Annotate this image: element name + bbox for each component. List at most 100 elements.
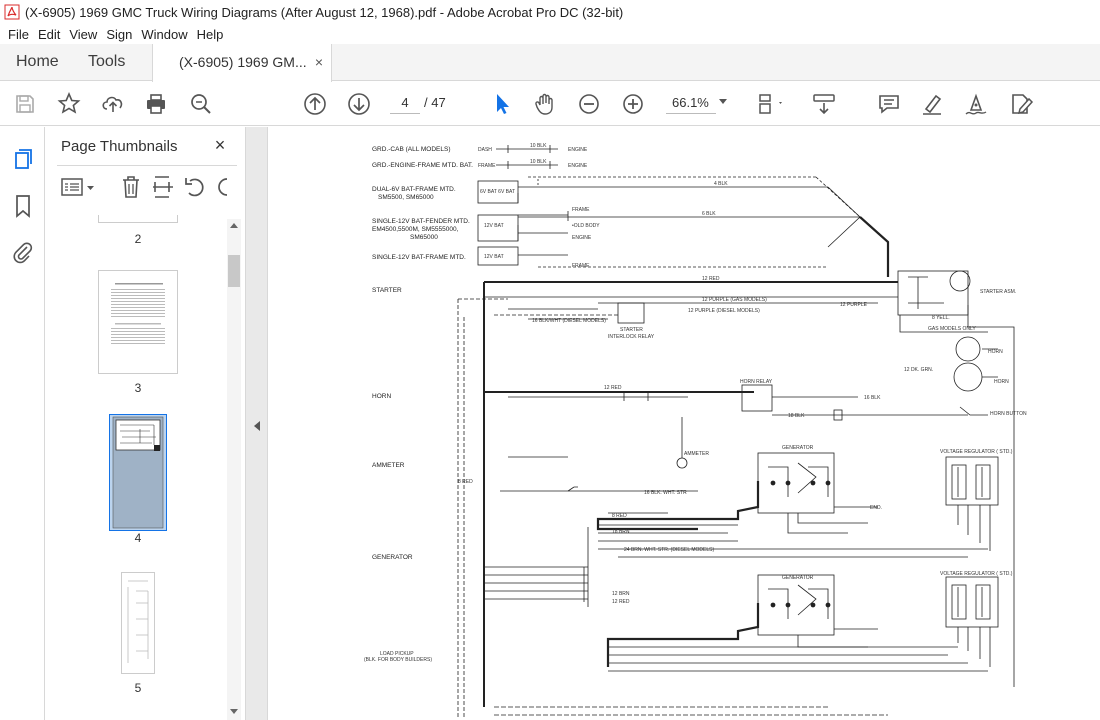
menu-file[interactable]: File [8, 27, 29, 42]
search-zoom-icon[interactable] [187, 90, 215, 118]
diagram-label: GENERATOR [782, 575, 814, 581]
scroll-up-icon[interactable] [230, 223, 238, 228]
page-display-icon[interactable] [754, 90, 782, 118]
diagram-label: AMMETER [684, 451, 709, 457]
diagram-label: HORN [994, 379, 1009, 385]
wire-label: 4 BLK [714, 181, 728, 187]
diagram-label: SINGLE-12V BAT-FENDER MTD. [372, 218, 470, 225]
diagram-label: •OLD BODY [572, 223, 600, 229]
diagram-label: DASH [478, 147, 492, 153]
main-toolbar [0, 82, 1100, 126]
thumbnail-list: 2 3 4 5 [45, 215, 229, 720]
rotate-cw-icon[interactable] [213, 175, 233, 199]
tab-home[interactable]: Home [16, 44, 59, 81]
wire-label: 12 RED [604, 385, 622, 391]
zoom-dropdown-icon[interactable] [719, 99, 727, 104]
page-thumbnails-icon[interactable] [10, 147, 36, 173]
wiring-diagram-page: GRD.-CAB (ALL MODELS) GRD.-ENGINE-FRAME … [364, 143, 1027, 717]
wire-label: 12 RED [702, 276, 720, 282]
diagram-label: DUAL-6V BAT-FRAME MTD. [372, 186, 456, 193]
menu-edit[interactable]: Edit [38, 27, 60, 42]
zoom-out-icon[interactable] [575, 90, 603, 118]
document-view: GRD.-CAB (ALL MODELS) GRD.-ENGINE-FRAME … [268, 127, 1100, 720]
print-icon[interactable] [142, 90, 170, 118]
page-total: / 47 [424, 95, 446, 110]
menu-window[interactable]: Window [141, 27, 187, 42]
panel-close-icon[interactable]: × [210, 135, 230, 155]
share-upload-icon[interactable] [99, 90, 127, 118]
acrobat-icon [4, 4, 20, 20]
tab-close-icon[interactable]: × [315, 44, 323, 80]
collapse-arrow-icon[interactable] [254, 421, 260, 431]
comment-icon[interactable] [875, 90, 903, 118]
wire-label: 12 PURPLE (GAS MODELS) [702, 297, 767, 303]
highlight-icon[interactable] [918, 90, 946, 118]
page-up-icon[interactable] [301, 90, 329, 118]
diagram-label: STARTER [372, 287, 402, 294]
diagram-label: ENGINE [572, 235, 592, 241]
diagram-label: (BLK. FOR BODY BUILDERS) [364, 657, 432, 663]
rotate-ccw-icon[interactable] [183, 175, 207, 199]
thumbnail-options-icon[interactable] [61, 176, 97, 198]
diagram-label: STARTER [620, 327, 643, 333]
wire-label: 12 RED [612, 599, 630, 605]
thumbnail-label: 3 [134, 381, 142, 395]
fill-sign-icon[interactable] [1007, 90, 1035, 118]
thumbnail-scrollbar[interactable] [227, 219, 241, 720]
panel-collapse-strip[interactable] [246, 127, 268, 720]
thumbnail-page-5[interactable] [121, 572, 155, 674]
thumbnails-panel: Page Thumbnails × 2 3 4 5 [45, 127, 246, 720]
zoom-in-icon[interactable] [619, 90, 647, 118]
extract-page-icon[interactable] [151, 174, 175, 200]
bookmark-star-icon[interactable] [55, 90, 83, 118]
panel-divider [57, 165, 237, 166]
diagram-label: GENERATOR [372, 554, 413, 561]
wire-label: 16 BLK. WHT. STR [644, 490, 687, 496]
thumbnail-page-2[interactable] [98, 215, 178, 223]
diagram-label: 6V BAT 6V BAT [480, 189, 515, 195]
title-bar: (X-6905) 1969 GMC Truck Wiring Diagrams … [0, 0, 1100, 24]
sign-icon[interactable] [962, 90, 990, 118]
diagram-label: ENGINE [568, 147, 588, 153]
wire-label: 12 BRN [612, 591, 630, 597]
delete-page-icon[interactable] [120, 174, 142, 200]
diagram-label: HORN [372, 393, 391, 400]
tab-tools[interactable]: Tools [88, 44, 125, 81]
diagram-label: SINGLE-12V BAT-FRAME MTD. [372, 254, 466, 261]
wire-label: 10 BLK [530, 159, 547, 165]
tab-document-label: (X-6905) 1969 GM... [179, 54, 307, 70]
tab-document[interactable]: (X-6905) 1969 GM... × [152, 44, 332, 82]
page-number-input[interactable] [390, 92, 420, 114]
menu-sign[interactable]: Sign [106, 27, 132, 42]
wire-label: 24 BRN. WHT. STR. (DIESEL MODELS) [624, 547, 714, 553]
bookmarks-icon[interactable] [10, 193, 36, 219]
menu-view[interactable]: View [69, 27, 97, 42]
thumbnail-label: 2 [134, 232, 142, 246]
wire-label: 16 BLK [864, 395, 881, 401]
select-cursor-icon[interactable] [488, 90, 516, 118]
diagram-label: 12V BAT [484, 223, 504, 229]
menu-help[interactable]: Help [197, 27, 224, 42]
wire-label: 8 RED [612, 513, 627, 519]
thumbnail-page-3[interactable] [98, 270, 178, 374]
zoom-input[interactable] [666, 92, 716, 114]
attachments-icon[interactable] [10, 239, 36, 265]
page-down-icon[interactable] [345, 90, 373, 118]
thumbnail-label: 4 [134, 531, 142, 545]
diagram-label: GRD.-CAB (ALL MODELS) [372, 146, 451, 153]
diagram-label: FRAME [572, 263, 590, 269]
scroll-mode-icon[interactable] [810, 90, 838, 118]
panel-title: Page Thumbnails [61, 138, 178, 155]
wire-label: 12 PURPLE (DIESEL MODELS) [688, 308, 760, 314]
diagram-label: STARTER ASM. [980, 289, 1016, 295]
diagram-label: EM4500,5500M, SM5555000, [372, 226, 459, 233]
thumbnail-page-4-selected[interactable] [109, 414, 167, 531]
wire-label: 18 BRN [612, 529, 630, 535]
save-icon[interactable] [11, 90, 39, 118]
scroll-down-icon[interactable] [230, 709, 238, 714]
wire-label: 18 BLK [788, 413, 805, 419]
scrollbar-thumb[interactable] [228, 255, 240, 287]
hand-icon[interactable] [531, 90, 559, 118]
diagram-label: GENERATOR [782, 445, 814, 451]
diagram-label: FRAME [572, 207, 590, 213]
